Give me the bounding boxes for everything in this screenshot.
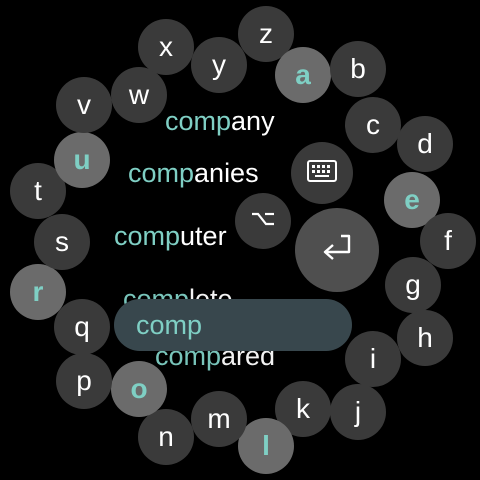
key-f[interactable]: f: [420, 213, 476, 269]
key-label: g: [405, 269, 421, 300]
key-n[interactable]: n: [138, 409, 194, 465]
key-label: v: [77, 89, 91, 120]
suggestion-prefix: comp: [165, 106, 232, 136]
key-label: k: [296, 393, 310, 424]
suggestion-company[interactable]: company: [165, 106, 275, 137]
key-label: t: [34, 175, 42, 206]
key-g[interactable]: g: [385, 257, 441, 313]
key-s[interactable]: s: [34, 214, 90, 270]
composing-text-field[interactable]: comp: [114, 299, 352, 351]
key-label: e: [404, 184, 420, 215]
key-label: y: [212, 49, 226, 80]
key-l[interactable]: l: [238, 418, 294, 474]
suggestion-rest: any: [231, 106, 275, 136]
key-label: h: [417, 322, 433, 353]
key-label: l: [262, 430, 270, 461]
enter-button[interactable]: [295, 208, 379, 292]
keyboard-icon: [306, 158, 338, 189]
key-label: w: [128, 79, 150, 110]
key-v[interactable]: v: [56, 77, 112, 133]
key-i[interactable]: i: [345, 331, 401, 387]
key-w[interactable]: w: [111, 67, 167, 123]
key-label: x: [159, 31, 173, 62]
key-label: s: [55, 226, 69, 257]
composing-text: comp: [136, 309, 203, 340]
keyboard-switch-button[interactable]: [291, 142, 353, 204]
key-c[interactable]: c: [345, 97, 401, 153]
key-p[interactable]: p: [56, 353, 112, 409]
key-y[interactable]: y: [191, 37, 247, 93]
key-x[interactable]: x: [138, 19, 194, 75]
option-key-icon: [250, 209, 276, 234]
key-label: i: [369, 343, 377, 374]
key-label: q: [74, 311, 90, 342]
key-label: j: [354, 396, 362, 427]
key-label: b: [350, 53, 366, 84]
key-r[interactable]: r: [10, 264, 66, 320]
key-label: c: [366, 109, 380, 140]
key-label: u: [73, 144, 91, 175]
suggestion-prefix: comp: [128, 158, 195, 188]
key-label: d: [417, 128, 433, 159]
key-d[interactable]: d: [397, 116, 453, 172]
key-label: p: [76, 365, 92, 396]
suggestion-rest: anies: [194, 158, 259, 188]
key-label: a: [295, 59, 311, 90]
key-label: z: [259, 18, 273, 49]
key-b[interactable]: b: [330, 41, 386, 97]
enter-icon: [319, 232, 355, 269]
suggestion-prefix: comp: [114, 221, 181, 251]
key-q[interactable]: q: [54, 299, 110, 355]
key-a[interactable]: a: [275, 47, 331, 103]
key-label: f: [444, 225, 452, 256]
key-label: m: [207, 403, 231, 434]
key-label: n: [158, 421, 174, 452]
key-label: r: [32, 276, 44, 307]
suggestion-companies[interactable]: companies: [128, 158, 259, 189]
key-o[interactable]: o: [111, 361, 167, 417]
key-j[interactable]: j: [330, 384, 386, 440]
suggestion-computer[interactable]: computer: [114, 221, 227, 252]
key-label: o: [130, 373, 148, 404]
key-u[interactable]: u: [54, 132, 110, 188]
key-h[interactable]: h: [397, 310, 453, 366]
suggestion-rest: uter: [180, 221, 227, 251]
key-m[interactable]: m: [191, 391, 247, 447]
option-key-button[interactable]: [235, 193, 291, 249]
